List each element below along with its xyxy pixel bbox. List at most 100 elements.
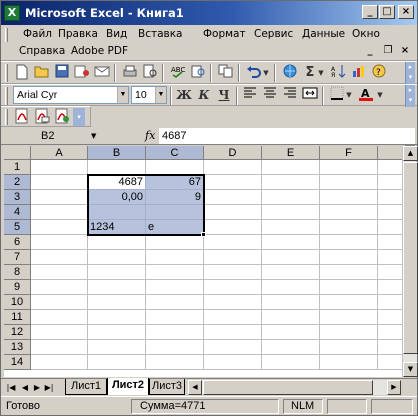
close-button[interactable]: × — [398, 5, 414, 19]
cell-e8[interactable] — [262, 265, 320, 280]
prev-sheet-icon[interactable]: ◀ — [19, 381, 31, 394]
cell-partial[interactable] — [378, 310, 402, 325]
cell-d10[interactable] — [204, 295, 262, 310]
chevron-down-icon[interactable]: ▼ — [117, 87, 128, 103]
cell-d1[interactable] — [204, 160, 262, 175]
cell-f13[interactable] — [320, 340, 378, 355]
cell-partial[interactable] — [378, 160, 402, 175]
row-header[interactable]: 10 — [4, 295, 31, 310]
column-header[interactable]: B — [88, 146, 146, 160]
cell-partial[interactable] — [378, 280, 402, 295]
cell-d7[interactable] — [204, 250, 262, 265]
formula-input[interactable]: 4687 — [159, 128, 415, 144]
row-header[interactable]: 9 — [4, 280, 31, 295]
scroll-right-icon[interactable]: ▶ — [387, 380, 401, 395]
cell-d11[interactable] — [204, 310, 262, 325]
scroll-left-icon[interactable]: ◀ — [188, 380, 202, 395]
underline-button[interactable]: Ч — [215, 86, 233, 104]
toolbar-grip[interactable] — [5, 64, 8, 82]
cell-b8[interactable] — [88, 265, 146, 280]
cell-a1[interactable] — [31, 160, 88, 175]
row-header[interactable]: 1 — [4, 160, 31, 175]
chart-wizard-icon[interactable] — [350, 64, 368, 82]
doc-close-button[interactable]: × — [398, 45, 412, 58]
cell-b13[interactable] — [88, 340, 146, 355]
menu-insert[interactable]: Вставка — [138, 28, 183, 40]
pdf-convert-icon[interactable] — [13, 108, 31, 126]
cell-e2[interactable] — [262, 175, 320, 190]
cell-a14[interactable] — [31, 355, 88, 370]
vertical-scrollbar[interactable]: ▲ ▼ — [402, 146, 418, 377]
open-icon[interactable] — [33, 64, 51, 82]
sheet-tab-1[interactable]: Лист1 — [65, 379, 107, 395]
cell-d8[interactable] — [204, 265, 262, 280]
cell-partial[interactable] — [378, 235, 402, 250]
pdf-review-icon[interactable] — [53, 108, 71, 126]
row-header[interactable]: 12 — [4, 325, 31, 340]
chevron-down-icon[interactable]: ▼ — [155, 87, 166, 103]
last-sheet-icon[interactable]: ▶| — [43, 381, 55, 394]
cell-d12[interactable] — [204, 325, 262, 340]
sheet-tab-2[interactable]: Лист2 — [107, 378, 149, 395]
cell-a6[interactable] — [31, 235, 88, 250]
cell-c12[interactable] — [146, 325, 204, 340]
menu-adobe-pdf[interactable]: Adobe PDF — [71, 45, 128, 57]
cell-c11[interactable] — [146, 310, 204, 325]
cell-e14[interactable] — [262, 355, 320, 370]
cell-b10[interactable] — [88, 295, 146, 310]
column-header[interactable]: D — [204, 146, 262, 160]
permission-icon[interactable] — [73, 64, 91, 82]
menu-edit[interactable]: Правка — [58, 28, 98, 40]
cell-f8[interactable] — [320, 265, 378, 280]
copy-icon[interactable] — [217, 64, 235, 82]
menu-tools[interactable]: Сервис — [254, 28, 293, 40]
menu-format[interactable]: Формат — [203, 28, 246, 40]
title-bar[interactable]: X Microsoft Excel - Книга1 _ □ × — [1, 1, 417, 25]
name-box[interactable]: B2 — [3, 128, 101, 144]
cell-b9[interactable] — [88, 280, 146, 295]
cell-b12[interactable] — [88, 325, 146, 340]
cell-partial[interactable] — [378, 340, 402, 355]
select-all-corner[interactable] — [4, 146, 31, 160]
worksheet-grid[interactable]: A B C D E F 1 2 4687 67 3 0,00 9 4 5 1234 e 6 7 8 9 10 1… — [4, 146, 402, 377]
cell-f6[interactable] — [320, 235, 378, 250]
cell-e5[interactable] — [262, 220, 320, 235]
fill-handle[interactable] — [201, 232, 206, 237]
cell-d2[interactable] — [204, 175, 262, 190]
cell-partial[interactable] — [378, 220, 402, 235]
cell-a11[interactable] — [31, 310, 88, 325]
cell-e3[interactable] — [262, 190, 320, 205]
align-center-icon[interactable] — [261, 86, 279, 104]
cell-b14[interactable] — [88, 355, 146, 370]
cell-e13[interactable] — [262, 340, 320, 355]
cell-b5[interactable]: 1234 — [88, 220, 146, 235]
cell-a12[interactable] — [31, 325, 88, 340]
cell-partial[interactable] — [378, 175, 402, 190]
cell-e1[interactable] — [262, 160, 320, 175]
row-header[interactable]: 11 — [4, 310, 31, 325]
cell-e6[interactable] — [262, 235, 320, 250]
scroll-up-icon[interactable]: ▲ — [403, 146, 418, 161]
cell-b3[interactable]: 0,00 — [88, 190, 146, 205]
cell-partial[interactable] — [378, 190, 402, 205]
sheet-tab-3[interactable]: Лист3 — [149, 379, 185, 395]
cell-b1[interactable] — [88, 160, 146, 175]
cell-a5[interactable] — [31, 220, 88, 235]
menu-file[interactable]: Файл — [23, 28, 52, 40]
cell-b11[interactable] — [88, 310, 146, 325]
row-header[interactable]: 8 — [4, 265, 31, 280]
cell-d4[interactable] — [204, 205, 262, 220]
merge-center-icon[interactable] — [301, 86, 319, 104]
cell-e7[interactable] — [262, 250, 320, 265]
vertical-scroll-thumb[interactable] — [403, 162, 418, 354]
minimize-button[interactable]: _ — [362, 5, 378, 19]
cell-b7[interactable] — [88, 250, 146, 265]
menu-grip[interactable] — [5, 28, 8, 42]
cell-partial[interactable] — [378, 295, 402, 310]
cell-c14[interactable] — [146, 355, 204, 370]
column-header-partial[interactable] — [378, 146, 402, 160]
cell-a13[interactable] — [31, 340, 88, 355]
cell-f14[interactable] — [320, 355, 378, 370]
menu-view[interactable]: Вид — [106, 28, 127, 40]
chevron-down-icon[interactable]: ▼ — [91, 128, 96, 144]
